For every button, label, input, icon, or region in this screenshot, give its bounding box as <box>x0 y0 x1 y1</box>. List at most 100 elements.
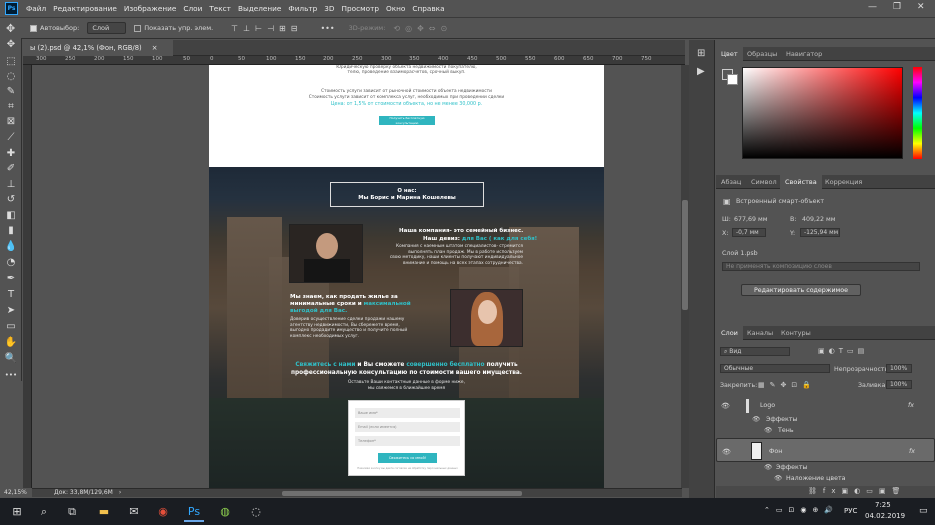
blend-mode-dropdown[interactable]: Обычные <box>720 364 830 373</box>
search-icon[interactable]: ⌕ <box>34 502 54 522</box>
maximize-button[interactable]: ❐ <box>893 2 901 12</box>
phone-input[interactable]: Телефон* <box>355 436 460 446</box>
tab-layers[interactable]: Слои <box>716 326 743 340</box>
more-icon[interactable]: ••• <box>320 24 334 33</box>
effect-eye-icon[interactable]: 👁 <box>774 472 782 485</box>
actions-panel-icon[interactable]: ▶ <box>697 66 705 77</box>
crop-tool-icon[interactable]: ⌗ <box>4 100 18 114</box>
input-language[interactable]: РУС <box>844 507 857 515</box>
quick-select-tool-icon[interactable]: ✎ <box>4 85 18 99</box>
blur-tool-icon[interactable]: 💧 <box>4 240 18 254</box>
layer-filter-dropdown[interactable]: ⌕ Вид <box>720 347 790 356</box>
background-color-swatch[interactable] <box>727 74 738 85</box>
menu-image[interactable]: Изображение <box>124 4 176 13</box>
layer-effect-shadow[interactable]: 👁 Тень <box>716 424 935 437</box>
document-tab[interactable]: ы (2).psd @ 42,1% (Фон, RGB/8) × <box>23 40 174 56</box>
photoshop-taskbar-icon[interactable]: Ps <box>184 502 204 522</box>
gradient-tool-icon[interactable]: ▮ <box>4 224 18 238</box>
vertical-scrollbar[interactable] <box>681 65 689 488</box>
app-icon[interactable]: ◌ <box>246 502 266 522</box>
marquee-tool-icon[interactable]: ⬚ <box>4 55 18 69</box>
zoom-level[interactable]: 42,15% <box>0 488 32 498</box>
y-input[interactable]: -125,94 мм <box>800 228 840 237</box>
menu-select[interactable]: Выделение <box>238 4 281 13</box>
tab-swatches[interactable]: Образцы <box>742 47 782 61</box>
horizontal-scroll-thumb[interactable] <box>282 491 522 496</box>
eyedropper-tool-icon[interactable]: ⟋ <box>4 131 18 145</box>
app-icon[interactable]: ◍ <box>215 502 235 522</box>
menu-layers[interactable]: Слои <box>183 4 202 13</box>
menu-view[interactable]: Просмотр <box>342 4 379 13</box>
align-icons[interactable]: ⊤⊥⊢⊣⊞⊟ <box>231 24 302 33</box>
move-tool-icon[interactable]: ✥ <box>4 38 18 52</box>
layer-filter-icons[interactable]: ▣◐T▭▤ <box>818 347 868 355</box>
notifications-icon[interactable]: ▭ <box>919 506 928 516</box>
vertical-scroll-thumb[interactable] <box>682 200 688 310</box>
menu-window[interactable]: Окно <box>386 4 405 13</box>
tab-paragraph[interactable]: Абзац <box>716 175 746 189</box>
document-page[interactable]: Юридическую проверку объекта недвижимост… <box>209 65 604 488</box>
windows-start-icon[interactable]: ⊞ <box>7 502 27 522</box>
status-arrow-icon[interactable]: › <box>119 489 121 496</box>
x-input[interactable]: -0,7 мм <box>732 228 766 237</box>
tab-adjustments[interactable]: Коррекция <box>820 175 867 189</box>
task-view-icon[interactable]: ⧉ <box>62 502 82 522</box>
clock-date[interactable]: 04.02.2019 <box>865 512 905 520</box>
chrome-icon[interactable]: ◉ <box>153 502 173 522</box>
layer-action-icons[interactable]: ⛓fx▣◐▭▣🗑 <box>808 487 906 495</box>
autoselect-option[interactable]: Автовыбор: <box>30 24 79 32</box>
hand-tool-icon[interactable]: ✋ <box>4 336 18 350</box>
menu-edit[interactable]: Редактирование <box>53 4 117 13</box>
eraser-tool-icon[interactable]: ◧ <box>4 209 18 223</box>
canvas-area[interactable]: Юридическую проверку объекта недвижимост… <box>32 65 682 488</box>
tab-character[interactable]: Символ <box>746 175 782 189</box>
close-tab-icon[interactable]: × <box>152 44 158 52</box>
dodge-tool-icon[interactable]: ◔ <box>4 256 18 270</box>
show-controls-option[interactable]: Показать упр. элем. <box>134 24 213 32</box>
color-picker-field[interactable] <box>742 67 903 159</box>
menu-help[interactable]: Справка <box>412 4 444 13</box>
lock-icons[interactable]: ▦✎✥⊡🔒 <box>758 381 816 389</box>
menu-3d[interactable]: 3D <box>324 4 334 13</box>
autoselect-dropdown[interactable]: Слой <box>87 22 127 34</box>
history-brush-tool-icon[interactable]: ↺ <box>4 193 18 207</box>
menu-filter[interactable]: Фильтр <box>288 4 317 13</box>
effect-eye-icon[interactable]: 👁 <box>764 424 772 437</box>
layer-effect-color-overlay[interactable]: 👁 Наложение цвета <box>716 472 935 485</box>
minimize-button[interactable]: — <box>868 2 877 12</box>
type-tool-icon[interactable]: T <box>4 288 18 302</box>
history-panel-icon[interactable]: ⊞ <box>697 48 705 59</box>
zoom-tool-icon[interactable]: 🔍 <box>4 352 18 366</box>
layer-comp-dropdown[interactable]: Не применять композицию слоев <box>722 262 920 271</box>
rectangle-tool-icon[interactable]: ▭ <box>4 320 18 334</box>
fill-input[interactable]: 100% <box>886 380 912 389</box>
submit-button[interactable]: Свяжитесь со мной! <box>378 453 437 463</box>
show-controls-checkbox[interactable] <box>134 24 142 32</box>
edit-contents-button[interactable]: Редактировать содержимое <box>741 284 861 296</box>
path-select-tool-icon[interactable]: ➤ <box>4 304 18 318</box>
hue-slider[interactable] <box>913 67 922 159</box>
stamp-tool-icon[interactable]: ⊥ <box>4 178 18 192</box>
autoselect-checkbox[interactable] <box>30 24 37 32</box>
consult-button[interactable]: Получить бесплатную консультацию <box>379 116 435 125</box>
opacity-input[interactable]: 100% <box>886 364 912 373</box>
lasso-tool-icon[interactable]: ◌ <box>4 70 18 84</box>
mail-icon[interactable]: ✉ <box>124 502 144 522</box>
move-tool-icon[interactable]: ✥ <box>6 22 15 35</box>
width-value[interactable]: 677,69 мм <box>734 216 768 223</box>
healing-tool-icon[interactable]: ✚ <box>4 147 18 161</box>
email-input[interactable]: Email (если имеется) <box>355 422 460 432</box>
brush-tool-icon[interactable]: ✐ <box>4 162 18 176</box>
3d-tools-icons[interactable]: ⟲◎✥⇔⊙ <box>393 24 452 33</box>
layer-background[interactable]: 👁 Фон fx <box>716 438 935 462</box>
tab-color[interactable]: Цвет <box>716 47 743 61</box>
frame-tool-icon[interactable]: ⊠ <box>4 115 18 129</box>
name-input[interactable]: Ваше имя* <box>355 408 460 418</box>
tab-paths[interactable]: Контуры <box>776 326 816 340</box>
file-explorer-icon[interactable]: ▬ <box>94 502 114 522</box>
height-value[interactable]: 409,22 мм <box>802 216 836 223</box>
pen-tool-icon[interactable]: ✒ <box>4 272 18 286</box>
close-window-button[interactable]: ✕ <box>917 2 925 12</box>
menu-type[interactable]: Текст <box>209 4 231 13</box>
menu-file[interactable]: Файл <box>26 4 46 13</box>
